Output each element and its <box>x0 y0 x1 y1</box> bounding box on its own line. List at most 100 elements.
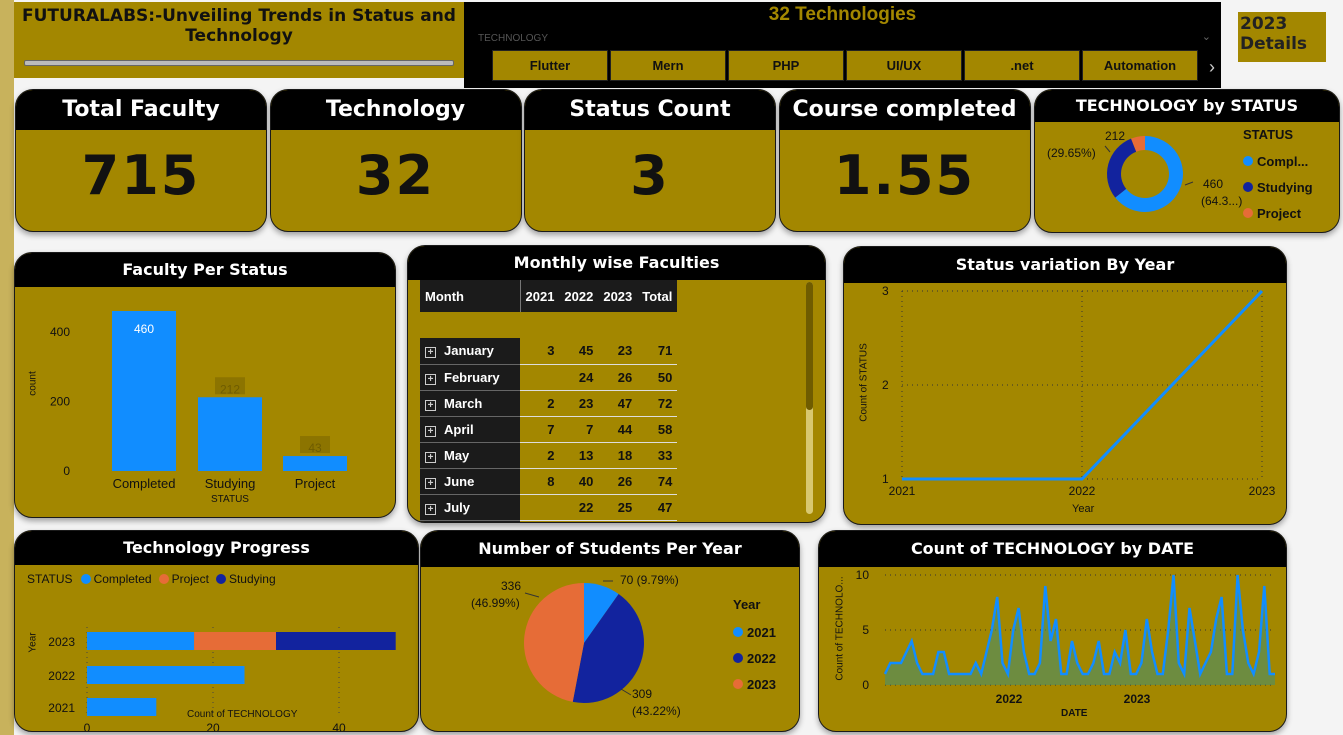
legend-dot-icon <box>1243 156 1253 166</box>
matrix-value-cell: 23 <box>559 390 599 417</box>
details-2023-button[interactable]: 2023 Details <box>1238 12 1326 62</box>
pie-label-70: 70 (9.79%) <box>620 573 679 587</box>
expand-plus-icon[interactable]: + <box>425 503 436 515</box>
monthly-faculties-title: Monthly wise Faculties <box>408 246 825 280</box>
fps-xtick-2: Project <box>295 476 336 491</box>
matrix-value-cell: 22 <box>559 494 599 521</box>
matrix-month-cell[interactable]: + July <box>420 494 520 521</box>
expand-plus-icon[interactable]: + <box>425 477 436 489</box>
tech-button-2[interactable]: PHP <box>728 50 844 81</box>
status-variation-title: Status variation By Year <box>844 247 1286 283</box>
expand-plus-icon[interactable]: + <box>425 347 436 359</box>
matrix-month-label: February <box>444 369 500 385</box>
pie-leader-336 <box>524 592 540 598</box>
matrix-month-cell[interactable]: + June <box>420 468 520 495</box>
donut-legend-title: STATUS <box>1243 127 1294 142</box>
status-variation-chart: 3212021 2022 2023 <box>882 284 1276 498</box>
matrix-header-4[interactable]: Total <box>637 280 677 312</box>
sv-xtick-2: 2023 <box>1249 484 1276 498</box>
slicer-next-arrow-icon[interactable]: › <box>1209 57 1215 78</box>
matrix-header-2[interactable]: 2022 <box>559 280 598 312</box>
expand-plus-icon[interactable]: + <box>425 373 436 385</box>
students-per-year-card: Number of Students Per Year 336 (46.99%)… <box>420 530 800 732</box>
donut-slice-studying[interactable] <box>1107 138 1137 198</box>
fps-ytick-2: 0 <box>63 464 70 478</box>
matrix-month-label: January <box>444 343 494 359</box>
tech-count-title: 32 Technologies <box>768 4 917 25</box>
fps-bar-studying[interactable] <box>198 397 262 471</box>
tech-button-4[interactable]: .net <box>964 50 1080 81</box>
sv-ytick-0: 3 <box>882 284 889 298</box>
kpi-card-1: Technology 32 <box>269 89 522 232</box>
fps-ylabel: count <box>27 371 39 396</box>
tp-ytick-0: 2023 <box>48 635 75 649</box>
faculty-per-status-chart: 400 200 0 460 Completed 212 Studying 43 Project <box>50 311 347 491</box>
tp-bar-2021-completed[interactable] <box>87 698 157 716</box>
matrix-header-0[interactable]: Month <box>420 280 521 312</box>
tp-ylabel: Year <box>27 632 39 653</box>
matrix-value-cell <box>520 494 560 521</box>
faculty-per-status-title: Faculty Per Status <box>15 253 395 287</box>
legend-dot-icon <box>733 627 743 637</box>
tech-button-3[interactable]: UI/UX <box>846 50 962 81</box>
fps-bar-project[interactable] <box>283 456 347 471</box>
matrix-value-cell: 33 <box>637 442 678 469</box>
pie-slice-2023[interactable] <box>523 583 584 702</box>
tech-button-5[interactable]: Automation <box>1082 50 1198 81</box>
matrix-value-cell: 72 <box>637 390 678 417</box>
header-scroll-bar <box>24 60 454 66</box>
donut-legend-item-2[interactable]: Project <box>1243 200 1313 226</box>
expand-plus-icon[interactable]: + <box>425 425 436 437</box>
matrix-header-3[interactable]: 2023 <box>598 280 637 312</box>
matrix-month-cell[interactable]: + April <box>420 416 520 443</box>
matrix-month-cell[interactable]: + May <box>420 442 520 469</box>
matrix-scroll-thumb[interactable] <box>806 282 813 410</box>
pie-legend-item-0[interactable]: 2021 <box>733 619 776 645</box>
td-ytick-0: 10 <box>856 568 870 582</box>
matrix-value-cell: 26 <box>598 364 638 391</box>
matrix-value-cell: 26 <box>598 468 638 495</box>
matrix-month-cell[interactable]: + January <box>420 338 520 365</box>
kpi-label-3: Course completed <box>779 90 1030 130</box>
tp-xtick-2: 40 <box>332 721 346 732</box>
tp-bar-2023-project[interactable] <box>194 632 276 650</box>
pie-legend-item-2[interactable]: 2023 <box>733 671 776 697</box>
details-2023-label: 2023 Details <box>1240 14 1308 54</box>
kpi-value-0: 715 <box>81 144 201 207</box>
expand-plus-icon[interactable]: + <box>425 399 436 411</box>
matrix-spacer <box>420 312 677 338</box>
matrix-value-cell: 3 <box>520 338 560 365</box>
donut-legend-label-0: Compl... <box>1257 153 1309 169</box>
matrix-value-cell: 7 <box>559 416 599 443</box>
expand-plus-icon[interactable]: + <box>425 451 436 463</box>
matrix-header-1[interactable]: 2021 <box>520 280 559 312</box>
pie-legend-label-2: 2023 <box>747 676 776 692</box>
tp-bar-2023-studying[interactable] <box>276 632 396 650</box>
donut-legend: Compl... Studying Project <box>1243 148 1313 226</box>
tp-bar-2022-completed[interactable] <box>87 666 245 684</box>
donut-leader-left <box>1104 145 1111 153</box>
matrix-scrollbar[interactable] <box>806 282 813 514</box>
pie-legend-item-1[interactable]: 2022 <box>733 645 776 671</box>
donut-legend-item-0[interactable]: Compl... <box>1243 148 1313 174</box>
kpi-label-2: Status Count <box>525 90 775 130</box>
status-variation-card: Status variation By Year 3 2 1 2021 2022 2023… <box>843 246 1287 525</box>
matrix-value-cell: 7 <box>520 416 560 443</box>
pie-legend-label-1: 2022 <box>747 650 776 666</box>
tp-bar-2023-completed[interactable] <box>87 632 195 650</box>
donut-legend-item-1[interactable]: Studying <box>1243 174 1313 200</box>
monthly-matrix-table: Month 2021 2022 2023 Total + January 3 45 23 71 + Fe… <box>420 280 678 522</box>
tech-button-1[interactable]: Mern <box>610 50 726 81</box>
table-row: + February 24 26 50 <box>420 364 678 391</box>
slicer-dropdown-chevron-icon[interactable]: ⌄ <box>1202 30 1211 43</box>
kpi-value-3: 1.55 <box>833 144 976 207</box>
matrix-month-label: July <box>444 499 471 515</box>
fps-ytick-0: 400 <box>50 325 70 339</box>
matrix-month-cell[interactable]: + March <box>420 390 520 417</box>
matrix-month-label: May <box>444 447 470 463</box>
donut-label-212: 212 <box>1105 129 1126 143</box>
tech-button-0[interactable]: Flutter <box>492 50 608 81</box>
table-row: + June 8 40 26 74 <box>420 468 678 495</box>
matrix-month-cell[interactable]: + February <box>420 364 520 391</box>
page-title: FUTURALABS:-Unveiling Trends in Status a… <box>22 6 456 46</box>
